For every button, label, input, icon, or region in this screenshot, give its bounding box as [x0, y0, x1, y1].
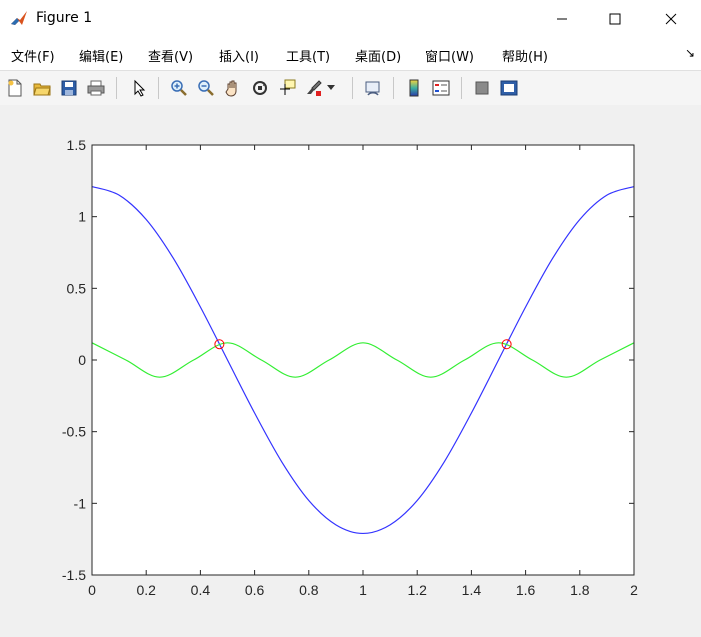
- menu-desktop[interactable]: 桌面(D): [355, 46, 401, 65]
- toolbar-separator: [393, 77, 394, 99]
- x-tick-label: 1.6: [516, 582, 536, 598]
- y-tick-label: 1.5: [67, 137, 87, 153]
- line-chart: 0 0.2 0.4 0.6 0.8 1 1.2 1.4 1.6 1.8 2 -1.5 -1 -0.5 0 0.…: [62, 137, 638, 598]
- title-bar: Figure 1: [0, 0, 701, 38]
- edit-plot-arrow-icon[interactable]: [128, 78, 150, 98]
- menu-insert[interactable]: 插入(I): [219, 46, 259, 65]
- axes-background: [92, 145, 634, 575]
- x-tick-label: 1: [359, 582, 367, 598]
- y-tick-label: -1: [74, 495, 87, 511]
- menu-view[interactable]: 查看(V): [148, 46, 193, 65]
- maximize-icon: [609, 13, 621, 25]
- toolbar-separator: [116, 77, 117, 99]
- brush-icon[interactable]: [303, 78, 325, 98]
- toolbar: [0, 70, 701, 106]
- insert-legend-icon[interactable]: [430, 78, 452, 98]
- x-tick-label: 0.8: [299, 582, 319, 598]
- menu-file[interactable]: 文件(F): [11, 46, 55, 65]
- x-tick-label: 0: [88, 582, 96, 598]
- x-tick-label: 0.6: [245, 582, 265, 598]
- data-cursor-icon[interactable]: [276, 78, 298, 98]
- menu-window[interactable]: 窗口(W): [425, 46, 474, 65]
- matlab-logo-icon: [10, 9, 28, 27]
- zoom-out-icon[interactable]: [195, 78, 217, 98]
- maximize-button[interactable]: [592, 0, 638, 38]
- rotate-3d-icon[interactable]: [249, 78, 271, 98]
- y-tick-label: 0.5: [67, 280, 87, 296]
- close-icon: [665, 13, 677, 25]
- y-tick-label: 0: [78, 352, 86, 368]
- show-plot-tools-icon[interactable]: [498, 78, 520, 98]
- pan-hand-icon[interactable]: [222, 78, 244, 98]
- window-title: Figure 1: [36, 10, 93, 26]
- x-tick-label: 0.2: [136, 582, 156, 598]
- open-file-icon[interactable]: [31, 78, 53, 98]
- minimize-icon: [557, 18, 567, 20]
- y-tick-label: 1: [78, 209, 86, 225]
- x-tick-label: 1.4: [462, 582, 482, 598]
- menu-help[interactable]: 帮助(H): [502, 46, 548, 65]
- y-tick-label: -0.5: [62, 424, 86, 440]
- x-tick-label: 0.4: [191, 582, 211, 598]
- close-button[interactable]: [648, 0, 694, 38]
- x-tick-label: 2: [630, 582, 638, 598]
- new-figure-icon[interactable]: [4, 78, 26, 98]
- menu-edit[interactable]: 编辑(E): [79, 46, 123, 65]
- link-plot-icon[interactable]: [362, 78, 384, 98]
- toolbar-separator: [158, 77, 159, 99]
- save-icon[interactable]: [58, 78, 80, 98]
- hide-plot-tools-icon[interactable]: [471, 78, 493, 98]
- insert-colorbar-icon[interactable]: [403, 78, 425, 98]
- x-tick-label: 1.8: [570, 582, 590, 598]
- print-icon[interactable]: [85, 78, 107, 98]
- brush-dropdown-icon[interactable]: [325, 78, 337, 98]
- y-tick-label: -1.5: [62, 567, 86, 583]
- x-tick-label: 1.2: [407, 582, 427, 598]
- menu-tools[interactable]: 工具(T): [286, 46, 330, 65]
- menu-bar: 文件(F) 编辑(E) 查看(V) 插入(I) 工具(T) 桌面(D) 窗口(W…: [0, 38, 701, 70]
- figure-canvas: 0 0.2 0.4 0.6 0.8 1 1.2 1.4 1.6 1.8 2 -1.5 -1 -0.5 0 0.…: [0, 105, 701, 633]
- zoom-in-icon[interactable]: [168, 78, 190, 98]
- toolbar-separator: [461, 77, 462, 99]
- toolbar-separator: [352, 77, 353, 99]
- minimize-button[interactable]: [539, 0, 585, 38]
- dock-arrow-icon[interactable]: ↘: [685, 46, 695, 60]
